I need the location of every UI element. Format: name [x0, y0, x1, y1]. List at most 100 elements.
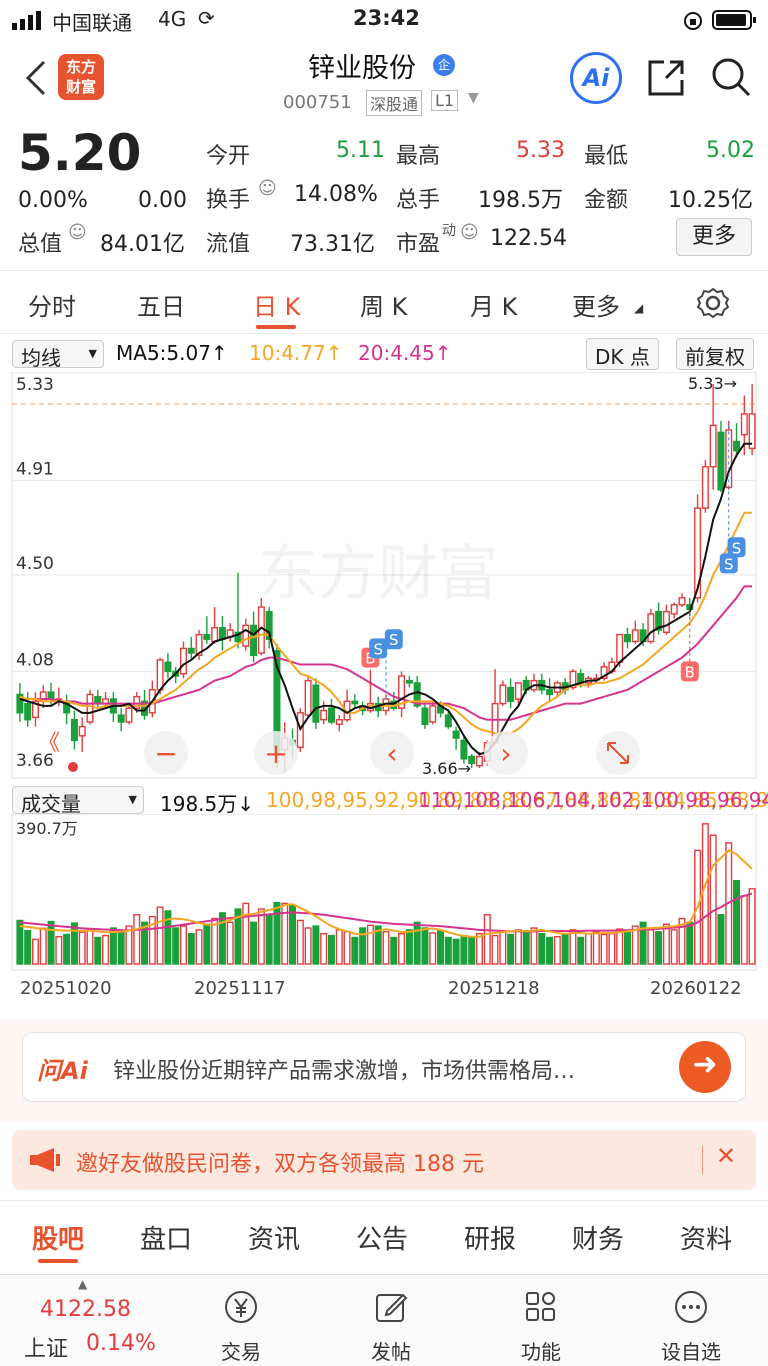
features-button[interactable]: 功能	[486, 1289, 596, 1365]
tab-announcements[interactable]: 公告	[356, 1219, 408, 1256]
volume-bar	[242, 902, 250, 965]
tab-intraday[interactable]: 分时	[28, 287, 76, 322]
volume-indicator-select[interactable]: 成交量 ▼	[12, 786, 144, 816]
tab-more[interactable]: 更多	[572, 287, 620, 322]
fullscreen-button[interactable]	[596, 731, 640, 775]
volume-bar	[327, 934, 335, 965]
candle-body	[327, 707, 335, 723]
tab-profile[interactable]: 资料	[680, 1219, 732, 1256]
stock-code: 000751	[283, 92, 352, 113]
tab-weekly-k[interactable]: 周 K	[360, 287, 407, 322]
volume-bar	[273, 901, 281, 965]
volume-bar	[102, 934, 110, 965]
sell-signal-badge[interactable]: S	[369, 638, 388, 659]
high-price-marker: 5.33→	[688, 374, 737, 393]
back-icon[interactable]	[24, 60, 48, 96]
volume-bar	[585, 932, 593, 965]
candle-body	[218, 627, 226, 640]
search-icon[interactable]	[710, 56, 752, 98]
add-watchlist-label: 设自选	[661, 1340, 721, 1364]
buy-signal-badge[interactable]: B	[680, 661, 699, 682]
add-watchlist-button[interactable]: 设自选	[636, 1289, 746, 1365]
info-icon[interactable]: ☺	[258, 178, 277, 199]
scroll-left-button[interactable]: ‹	[370, 731, 414, 775]
tab-orderbook[interactable]: 盘口	[140, 1219, 192, 1256]
tab-forum[interactable]: 股吧	[32, 1219, 84, 1256]
arrow-right-icon[interactable]: ➜	[679, 1041, 731, 1093]
zoom-out-button[interactable]: −	[144, 731, 188, 775]
volume-bar	[600, 933, 608, 965]
volume-bar	[195, 929, 203, 965]
info-icon[interactable]: ☺	[68, 222, 87, 243]
amount-value: 10.25亿	[668, 188, 753, 213]
promo-banner[interactable]: 邀好友做股民问卷，双方各领最高 188 元 ✕	[12, 1130, 756, 1190]
ai-label: 问Ai	[37, 1057, 88, 1085]
scroll-right-button-glyph: ›	[500, 737, 511, 770]
stock-header: 东方 财富 锌业股份 企 000751 深股通 L1 ▼ Ai	[0, 40, 768, 118]
pe-label: 市盈	[396, 232, 441, 257]
close-icon[interactable]: ✕	[716, 1142, 736, 1170]
index-value[interactable]: 4122.58	[40, 1297, 131, 1322]
scroll-right-button[interactable]: ›	[484, 731, 528, 775]
volume-bar	[468, 936, 476, 965]
volume-bar	[460, 934, 468, 965]
date-tick-label: 20251117	[194, 978, 286, 999]
index-change: 0.14%	[86, 1331, 156, 1356]
index-name: 上证	[24, 1337, 69, 1362]
stock-name: 锌业股份	[308, 53, 416, 84]
volume-bar	[24, 929, 32, 965]
dk-point-button[interactable]: DK 点	[586, 338, 659, 370]
low-value: 5.02	[706, 138, 755, 163]
volume-chart[interactable]: 390.7万 20251020 20251117 20251218 20260122	[0, 814, 768, 1014]
volume-bar	[740, 895, 748, 965]
sell-signal-badge-text: S	[373, 640, 383, 658]
candle-body	[616, 633, 624, 663]
more-button[interactable]: 更多	[676, 218, 752, 256]
more-dots-icon	[675, 1291, 707, 1323]
candle-body	[94, 696, 102, 705]
volume-bar	[304, 927, 312, 965]
tab-monthly-k[interactable]: 月 K	[470, 287, 517, 322]
volume-bar	[94, 936, 102, 965]
volume-bar	[507, 933, 515, 965]
float-label: 流值	[206, 232, 251, 257]
candle-body	[320, 709, 328, 721]
volume-bar	[70, 922, 78, 965]
zoom-out-button-glyph: −	[154, 737, 177, 770]
tab-research[interactable]: 研报	[464, 1219, 516, 1256]
volume-bar	[343, 931, 351, 965]
enterprise-badge: 企	[433, 54, 455, 76]
tab-daily-k[interactable]: 日 K	[253, 287, 300, 322]
tab-financials[interactable]: 财务	[572, 1219, 624, 1256]
chevron-down-icon[interactable]: ▼	[468, 90, 479, 106]
sell-signal-badge[interactable]: S	[727, 537, 746, 558]
trade-button[interactable]: 交易	[186, 1289, 296, 1365]
candle-body	[733, 440, 741, 452]
ai-button[interactable]: Ai	[570, 52, 622, 104]
zoom-in-button[interactable]: +	[254, 731, 298, 775]
candle-body	[499, 684, 507, 705]
ma5-legend: MA5:5.07↑	[116, 341, 228, 365]
gear-icon[interactable]	[697, 287, 729, 319]
chevron-down-icon: ▼	[128, 793, 137, 806]
adjust-button[interactable]: 前复权	[676, 338, 754, 370]
indicator-select[interactable]: 均线 ▼	[12, 340, 104, 370]
ai-question-bar[interactable]: 问Ai 锌业股份近期锌产品需求激增，市场供需格局… ➜	[22, 1032, 746, 1102]
tab-five-day[interactable]: 五日	[137, 287, 185, 322]
promo-text: 邀好友做股民问卷，双方各领最高 188 元	[76, 1152, 484, 1177]
candle-body	[242, 624, 250, 647]
tab-news[interactable]: 资讯	[248, 1219, 300, 1256]
kline-chart[interactable]: 5.334.914.504.083.66东方财富BSSBSS5.33→3.66→…	[0, 372, 768, 780]
info-icon[interactable]: ☺	[460, 222, 479, 243]
turnover-value: 14.08%	[294, 182, 378, 207]
sell-signal-badge[interactable]: S	[384, 629, 403, 650]
candle-body	[452, 730, 460, 739]
candle-body	[701, 466, 709, 509]
volume-bar	[351, 936, 359, 965]
orientation-lock-icon	[684, 12, 702, 30]
post-button[interactable]: 发帖	[336, 1289, 446, 1365]
candle-body	[312, 684, 320, 723]
volume-bar	[647, 929, 655, 965]
candle-body	[709, 424, 717, 468]
share-icon[interactable]	[646, 58, 686, 98]
